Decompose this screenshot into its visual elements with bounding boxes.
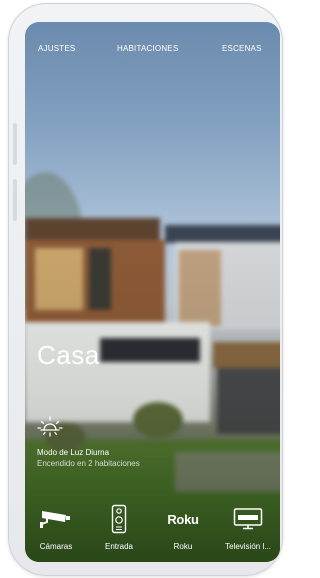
nav-scenes[interactable]: ESCENAS bbox=[222, 44, 262, 53]
device-label: Entrada bbox=[104, 542, 134, 551]
tv-icon bbox=[233, 508, 263, 530]
volume-down-button bbox=[13, 179, 17, 221]
device-doorbell[interactable]: Entrada bbox=[88, 500, 150, 556]
device-tv[interactable]: Televisión l... bbox=[217, 500, 279, 556]
doorbell-icon bbox=[111, 504, 127, 534]
top-navigation: AJUSTES HABITACIONES ESCENAS bbox=[25, 44, 280, 60]
nav-settings[interactable]: AJUSTES bbox=[38, 44, 75, 53]
scene-status: Encendido en 2 habitaciones bbox=[37, 459, 140, 468]
scene-title: Modo de Luz Diurna bbox=[37, 448, 110, 457]
nav-rooms[interactable]: HABITACIONES bbox=[117, 44, 178, 53]
device-cameras[interactable]: Cámaras bbox=[25, 500, 87, 556]
roku-logo: Roku bbox=[167, 511, 199, 527]
device-roku[interactable]: Roku Roku bbox=[152, 500, 214, 556]
volume-up-button bbox=[13, 123, 17, 165]
home-title: Casa bbox=[37, 340, 100, 370]
device-label: Roku bbox=[173, 542, 193, 551]
device-label: Cámaras bbox=[39, 542, 73, 551]
security-camera-icon bbox=[40, 511, 70, 528]
device-tray: Cámaras Entrada Roku Roku Televisión l..… bbox=[25, 500, 280, 560]
app-screen: AJUSTES HABITACIONES ESCENAS Casa Modo d… bbox=[25, 22, 280, 562]
device-label: Televisión l... bbox=[225, 542, 271, 551]
sun-icon bbox=[37, 414, 63, 440]
